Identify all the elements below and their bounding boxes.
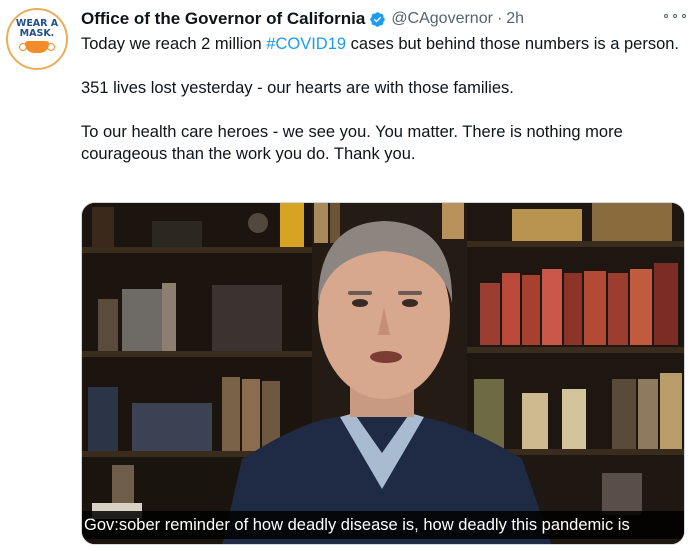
verified-badge-icon (370, 11, 386, 27)
video-frame (82, 203, 684, 544)
separator: · (496, 10, 503, 27)
tweet-text: Today we reach 2 million #COVID19 cases … (81, 33, 681, 165)
display-name[interactable]: Office of the Governor of California (81, 9, 365, 29)
video-player[interactable]: Gov:sober reminder of how deadly disease… (81, 202, 685, 545)
text-segment: cases but behind those numbers is a pers… (346, 35, 680, 53)
more-dot (664, 14, 668, 18)
more-dot (682, 14, 686, 18)
tweet-paragraph-2: 351 lives lost yesterday - our hearts ar… (81, 79, 514, 97)
video-caption: Gov:sober reminder of how deadly disease… (84, 515, 630, 534)
tweet-paragraph-3: To our health care heroes - we see you. … (81, 123, 623, 163)
timestamp[interactable]: 2h (506, 10, 524, 28)
tweet-paragraph-1: Today we reach 2 million #COVID19 cases … (81, 33, 681, 55)
avatar-text: WEAR A MASK. (16, 19, 58, 39)
tweet-header: Office of the Governor of California @CA… (81, 8, 524, 30)
mask-icon (19, 41, 55, 53)
avatar-line2: MASK. (19, 28, 55, 39)
more-options-icon[interactable] (664, 9, 686, 23)
tweet: WEAR A MASK. Office of the Governor of C… (0, 0, 700, 551)
hashtag-link[interactable]: #COVID19 (266, 35, 346, 53)
text-segment: Today we reach 2 million (81, 35, 267, 53)
caption-bar: Gov:sober reminder of how deadly disease… (82, 511, 684, 539)
avatar[interactable]: WEAR A MASK. (6, 8, 68, 70)
more-dot (673, 14, 677, 18)
handle[interactable]: @CAgovernor (391, 10, 493, 28)
